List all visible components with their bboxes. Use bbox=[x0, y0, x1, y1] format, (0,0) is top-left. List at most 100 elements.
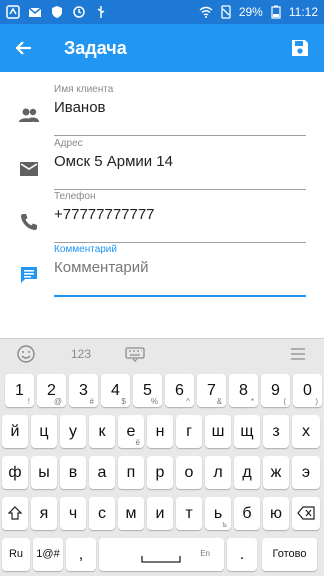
key-ч[interactable]: ч bbox=[60, 497, 86, 530]
key-label: а bbox=[97, 464, 107, 481]
shift-key[interactable] bbox=[2, 497, 28, 530]
key-label: ы bbox=[38, 464, 50, 481]
key-3[interactable]: 3 # bbox=[69, 374, 98, 407]
key-sub: ) bbox=[315, 397, 318, 406]
key-э[interactable]: э bbox=[292, 456, 320, 489]
space-icon bbox=[141, 556, 181, 563]
key-label: в bbox=[68, 464, 78, 481]
key-я[interactable]: я bbox=[31, 497, 57, 530]
key-5[interactable]: 5% bbox=[133, 374, 162, 407]
key-х[interactable]: х bbox=[292, 415, 320, 448]
key-label: ш bbox=[211, 423, 225, 440]
key-sub: & bbox=[216, 397, 222, 406]
comment-label: Комментарий bbox=[54, 244, 117, 255]
numbers-toggle[interactable]: 123 bbox=[71, 347, 91, 361]
key-sub: ^ bbox=[186, 397, 190, 406]
key-label: я bbox=[39, 505, 49, 522]
space-key[interactable]: En bbox=[99, 538, 224, 571]
key-щ[interactable]: щ bbox=[234, 415, 260, 448]
back-button[interactable] bbox=[0, 24, 48, 72]
key-9[interactable]: 9( bbox=[261, 374, 290, 407]
key-label: ч bbox=[68, 505, 78, 522]
address-field[interactable]: Адрес Омск 5 Армии 14 bbox=[0, 138, 324, 192]
key-ь[interactable]: ьъ bbox=[205, 497, 231, 530]
comment-icon bbox=[18, 264, 40, 286]
key-в[interactable]: в bbox=[60, 456, 86, 489]
key-label: р bbox=[155, 464, 165, 481]
comment-underline bbox=[54, 295, 306, 297]
address-underline bbox=[54, 189, 306, 190]
status-bar: 29% 11:12 bbox=[0, 0, 324, 24]
key-ы[interactable]: ы bbox=[31, 456, 57, 489]
period-key[interactable]: . bbox=[227, 538, 257, 571]
key-н[interactable]: н bbox=[147, 415, 173, 448]
keyboard-icon[interactable] bbox=[125, 346, 145, 365]
key-п[interactable]: п bbox=[118, 456, 144, 489]
key-label: 7 bbox=[207, 382, 216, 399]
key-к[interactable]: к bbox=[89, 415, 115, 448]
shield-icon bbox=[50, 5, 64, 19]
key-ю[interactable]: ю bbox=[263, 497, 289, 530]
key-е[interactable]: её bbox=[118, 415, 144, 448]
comment-input[interactable]: Комментарий bbox=[54, 259, 148, 276]
gmail-icon bbox=[28, 5, 42, 19]
key-й[interactable]: й bbox=[2, 415, 28, 448]
comment-field[interactable]: Комментарий Комментарий bbox=[0, 244, 324, 298]
key-label: у bbox=[69, 423, 77, 440]
key-ф[interactable]: ф bbox=[2, 456, 28, 489]
app-bar: Задача bbox=[0, 24, 324, 72]
key-sub: % bbox=[150, 397, 158, 406]
usb-icon bbox=[94, 5, 108, 19]
key-label: г bbox=[186, 423, 192, 440]
people-icon bbox=[18, 104, 40, 126]
key-label: э bbox=[301, 464, 311, 481]
key-б[interactable]: б bbox=[234, 497, 260, 530]
client-name-underline bbox=[54, 135, 306, 136]
client-name-value: Иванов bbox=[54, 99, 106, 116]
space-lang-label: En bbox=[200, 549, 210, 558]
key-г[interactable]: г bbox=[176, 415, 202, 448]
key-7[interactable]: 7 & bbox=[197, 374, 226, 407]
key-ж[interactable]: ж bbox=[263, 456, 289, 489]
emoji-icon[interactable] bbox=[16, 344, 36, 367]
key-т[interactable]: т bbox=[176, 497, 202, 530]
key-6[interactable]: 6 ^ bbox=[165, 374, 194, 407]
key-1[interactable]: 1! bbox=[5, 374, 34, 407]
shift-icon bbox=[7, 506, 23, 520]
done-key[interactable]: Готово bbox=[262, 538, 317, 571]
key-label: и bbox=[155, 505, 165, 522]
key-label: о bbox=[184, 464, 194, 481]
phone-field[interactable]: Телефон +77777777777 bbox=[0, 191, 324, 245]
key-у[interactable]: у bbox=[60, 415, 86, 448]
symbols-key[interactable]: 1@# bbox=[33, 538, 63, 571]
key-8[interactable]: 8 * bbox=[229, 374, 258, 407]
key-м[interactable]: м bbox=[118, 497, 144, 530]
key-с[interactable]: с bbox=[89, 497, 115, 530]
comma-key[interactable]: , bbox=[66, 538, 96, 571]
language-key[interactable]: Ru bbox=[2, 538, 30, 571]
key-label: л bbox=[213, 464, 223, 481]
key-4[interactable]: 4 $ bbox=[101, 374, 130, 407]
backspace-key[interactable] bbox=[292, 497, 320, 530]
key-label: б bbox=[242, 505, 252, 522]
key-ш[interactable]: ш bbox=[205, 415, 231, 448]
key-д[interactable]: д bbox=[234, 456, 260, 489]
key-з[interactable]: з bbox=[263, 415, 289, 448]
key-label: д bbox=[242, 464, 252, 481]
key-о[interactable]: о bbox=[176, 456, 202, 489]
client-name-field[interactable]: Имя клиента Иванов bbox=[0, 84, 324, 138]
save-button[interactable] bbox=[276, 24, 324, 72]
key-2[interactable]: 2 @ bbox=[37, 374, 66, 407]
key-а[interactable]: а bbox=[89, 456, 115, 489]
key-label: к bbox=[98, 423, 106, 440]
key-label: м bbox=[125, 505, 137, 522]
key-р[interactable]: р bbox=[147, 456, 173, 489]
key-л[interactable]: л bbox=[205, 456, 231, 489]
key-и[interactable]: и bbox=[147, 497, 173, 530]
menu-icon[interactable] bbox=[290, 347, 306, 364]
key-sub: * bbox=[250, 397, 254, 406]
key-0[interactable]: 0) bbox=[293, 374, 322, 407]
key-sub: $ bbox=[121, 397, 126, 406]
key-ц[interactable]: ц bbox=[31, 415, 57, 448]
key-label: 1 bbox=[15, 382, 24, 399]
